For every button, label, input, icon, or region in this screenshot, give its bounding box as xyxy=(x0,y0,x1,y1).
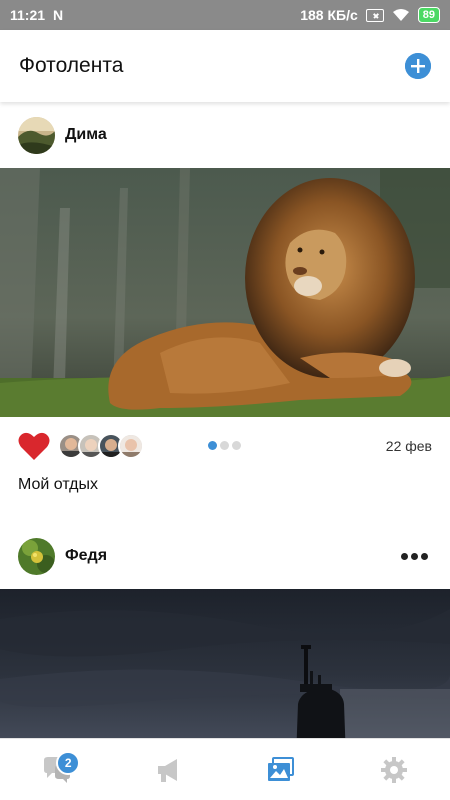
more-horizontal-icon xyxy=(401,552,408,560)
tab-news[interactable] xyxy=(139,745,199,795)
author-name[interactable]: Дима xyxy=(65,126,107,144)
status-bar: 11:21 N 188 КБ/с 89 xyxy=(0,0,450,30)
no-sim-icon xyxy=(365,8,384,22)
carousel-dot xyxy=(232,441,241,450)
bottom-tab-bar: 2 xyxy=(0,738,450,800)
photo-feed[interactable]: Дима 22 фев Мой отдых Федя xyxy=(0,102,450,738)
heart-icon[interactable] xyxy=(18,431,50,461)
status-time: 11:21 xyxy=(10,7,46,23)
app-header: Фотолента xyxy=(0,30,450,102)
likers-list[interactable] xyxy=(58,433,144,459)
avatar[interactable] xyxy=(18,116,55,154)
carousel-indicator xyxy=(208,441,241,450)
liker-avatar xyxy=(118,433,144,459)
tab-settings[interactable] xyxy=(364,745,424,795)
avatar-image xyxy=(18,537,55,575)
post-image[interactable] xyxy=(0,589,450,738)
submarine-photo xyxy=(0,589,450,738)
post: Федя xyxy=(0,523,450,738)
post-caption: Мой отдых xyxy=(18,476,98,493)
avatar-image xyxy=(18,116,55,154)
more-dot xyxy=(411,552,418,560)
plus-circle-icon xyxy=(405,53,431,79)
wifi-icon xyxy=(392,9,409,21)
post: Дима 22 фев Мой отдых xyxy=(0,102,450,523)
photo-gallery-icon xyxy=(268,756,295,781)
carousel-dot xyxy=(208,441,217,450)
avatar[interactable] xyxy=(18,537,55,575)
megaphone-icon xyxy=(157,758,177,782)
battery-indicator: 89 xyxy=(417,7,440,23)
tab-photos[interactable] xyxy=(251,745,311,795)
network-speed: 188 КБ/с xyxy=(300,7,358,23)
post-date: 22 фев xyxy=(385,438,432,454)
add-photo-button[interactable] xyxy=(405,53,431,79)
tab-messages[interactable]: 2 xyxy=(26,745,86,795)
author-name[interactable]: Федя xyxy=(65,547,107,565)
post-header: Федя xyxy=(0,523,450,589)
more-dot xyxy=(421,552,428,560)
carousel-dot xyxy=(220,441,229,450)
notification-icon: N xyxy=(53,7,63,23)
unread-badge: 2 xyxy=(56,750,81,775)
more-options-button[interactable] xyxy=(397,549,432,564)
lion-photo xyxy=(0,168,450,417)
gear-icon xyxy=(380,756,407,783)
page-title: Фотолента xyxy=(19,54,124,77)
post-actions: 22 фев xyxy=(0,417,450,475)
post-image[interactable] xyxy=(0,168,450,417)
post-header: Дима xyxy=(0,102,450,168)
